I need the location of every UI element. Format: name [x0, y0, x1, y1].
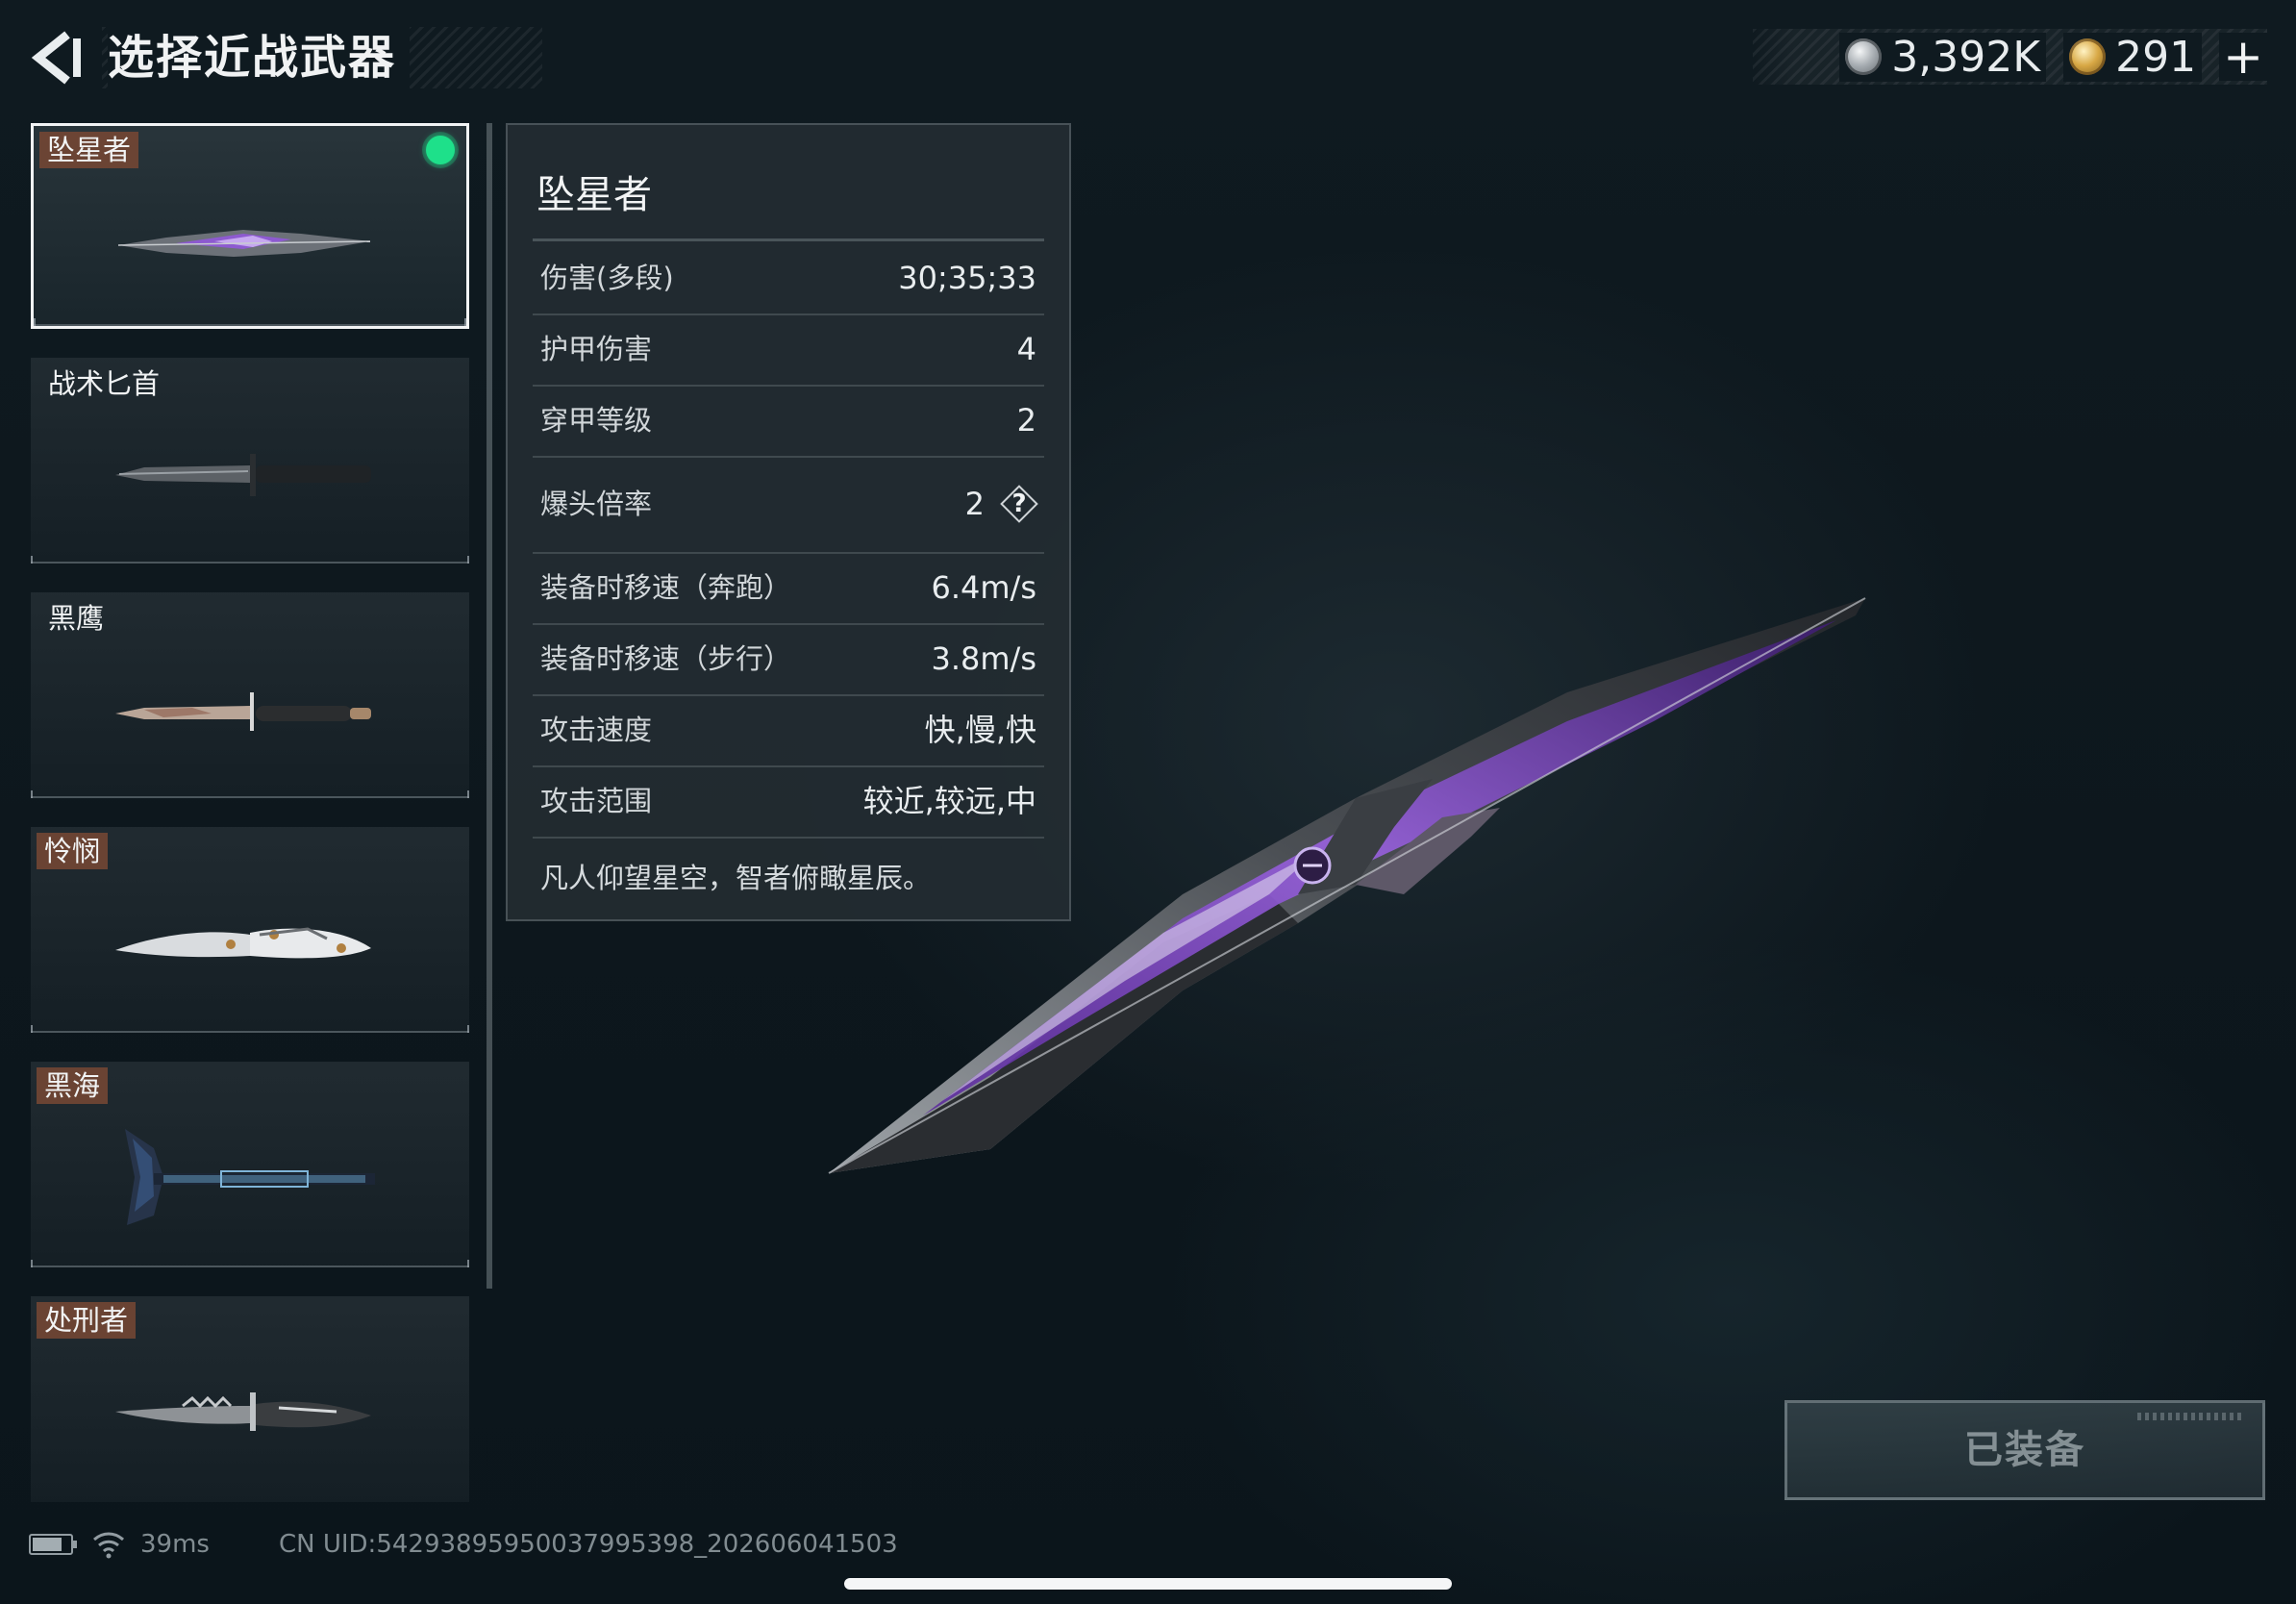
weapon-card-executioner[interactable]: 处刑者 — [31, 1296, 469, 1502]
wifi-icon — [93, 1532, 124, 1559]
stat-label: 爆头倍率 — [540, 488, 653, 520]
weapon-name: 黑鹰 — [48, 602, 105, 635]
stat-row-headshot-multiplier: 爆头倍率 2 ? — [533, 456, 1044, 554]
player-uid: CN UID:54293895950037995398_202606041503 — [278, 1530, 898, 1559]
weapon-card-mercy[interactable]: 怜悯 — [31, 827, 469, 1033]
tactical-dagger-thumbnail — [115, 454, 371, 496]
weapon-card-starfall[interactable]: 坠星者 — [31, 123, 469, 329]
battery-icon — [29, 1534, 77, 1555]
stat-label: 装备时移速（步行） — [540, 642, 792, 675]
weapon-name: 坠星者 — [39, 132, 139, 168]
stat-label: 攻击范围 — [540, 785, 653, 817]
stat-label: 伤害(多段) — [540, 262, 674, 294]
stat-value: 4 — [1016, 331, 1036, 367]
weapon-3d-preview[interactable] — [817, 577, 1875, 1202]
starfall-knife-thumbnail — [117, 230, 371, 257]
stat-value: 30;35;33 — [898, 260, 1036, 296]
currency-bar: 3,392K 291 + — [1753, 29, 2267, 85]
card-divider — [31, 1025, 469, 1033]
mercy-knife-thumbnail — [115, 927, 371, 959]
silver-amount: 3,392K — [1891, 32, 2041, 82]
weapon-card-black-sea[interactable]: 黑海 — [31, 1062, 469, 1267]
equipped-button-label: 已装备 — [1964, 1428, 2085, 1472]
question-mark-icon: ? — [1011, 489, 1027, 518]
stat-row-damage: 伤害(多段) 30;35;33 — [533, 242, 1044, 315]
card-divider — [31, 1260, 469, 1267]
ping-value: 39ms — [140, 1530, 210, 1559]
gold-amount: 291 — [2115, 32, 2197, 82]
stats-weapon-name: 坠星者 — [537, 173, 652, 217]
stat-row-armor-damage: 护甲伤害 4 — [533, 313, 1044, 387]
stat-value: 2 — [964, 486, 985, 522]
equipped-indicator — [426, 136, 455, 164]
stat-row-penetration-level: 穿甲等级 2 — [533, 385, 1044, 458]
weapon-name: 怜悯 — [37, 833, 109, 869]
add-currency-button[interactable]: + — [2219, 33, 2267, 81]
stat-label: 穿甲等级 — [540, 404, 653, 437]
weapon-name: 战术匕首 — [48, 367, 161, 400]
stat-value: 2 — [1016, 402, 1036, 439]
currency-gold: 291 — [2063, 32, 2203, 82]
black-sea-axe-thumbnail — [125, 1129, 375, 1225]
weapon-card-black-hawk[interactable]: 黑鹰 — [31, 592, 469, 798]
card-divider — [34, 318, 466, 326]
stat-label: 攻击速度 — [540, 714, 653, 746]
executioner-knife-thumbnail — [115, 1392, 371, 1431]
back-button[interactable] — [25, 29, 83, 87]
weapon-list-scrollbar[interactable] — [487, 123, 492, 1289]
stats-title-divider — [533, 238, 1044, 241]
equipped-button[interactable]: 已装备 — [1784, 1400, 2265, 1500]
home-indicator[interactable] — [844, 1578, 1452, 1590]
card-divider — [31, 556, 469, 564]
weapon-name: 处刑者 — [37, 1302, 137, 1339]
gold-coin-icon — [2069, 38, 2107, 75]
status-bar: 39ms CN UID:54293895950037995398_2026060… — [29, 1527, 898, 1562]
headshot-help-button[interactable]: ? — [1000, 485, 1038, 523]
currency-silver: 3,392K — [1839, 32, 2047, 82]
page-title: 选择近战武器 — [108, 27, 411, 88]
stat-label: 护甲伤害 — [540, 333, 653, 365]
silver-coin-icon — [1845, 38, 1883, 75]
weapon-name: 黑海 — [37, 1067, 109, 1104]
stat-label: 装备时移速（奔跑） — [540, 571, 792, 604]
card-divider — [31, 790, 469, 798]
black-hawk-knife-thumbnail — [115, 692, 371, 731]
back-arrow-icon — [31, 31, 81, 85]
weapon-card-tactical-dagger[interactable]: 战术匕首 — [31, 358, 469, 564]
header-title-bar: 选择近战武器 — [102, 27, 542, 88]
